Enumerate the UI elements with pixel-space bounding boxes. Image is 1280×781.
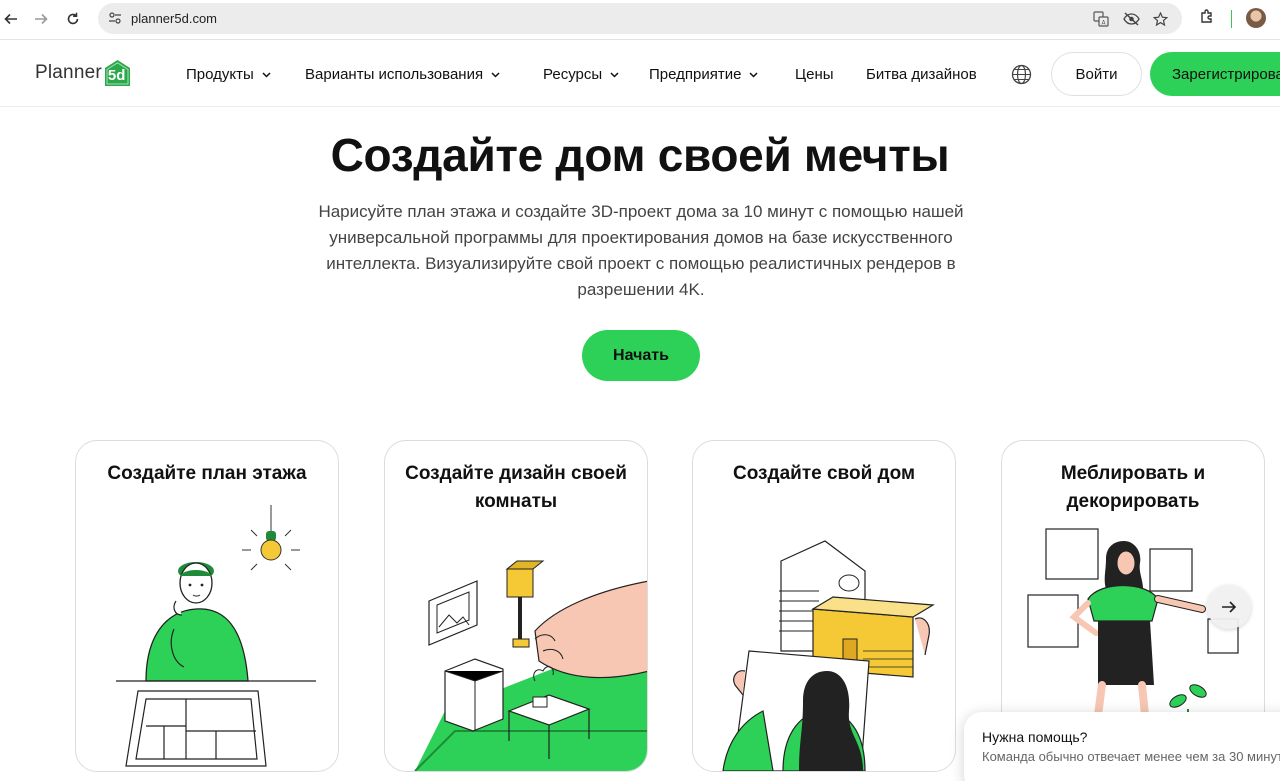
chat-title: Нужна помощь? bbox=[982, 729, 1088, 745]
hero-description: Нарисуйте план этажа и создайте 3D-проек… bbox=[318, 202, 964, 299]
nav-products[interactable]: Продукты bbox=[186, 66, 271, 83]
nav-enterprise[interactable]: Предприятие bbox=[649, 66, 758, 83]
feature-card-house[interactable]: Создайте свой дом bbox=[692, 440, 956, 772]
room-design-illustration bbox=[414, 560, 647, 771]
forward-icon[interactable] bbox=[30, 8, 52, 30]
card-title: Создайте план этажа bbox=[107, 463, 307, 484]
nav-products-label: Продукты bbox=[186, 66, 254, 83]
toolbar-divider bbox=[1231, 10, 1232, 28]
feature-card-floor-plan[interactable]: Создайте план этажа bbox=[75, 440, 339, 772]
chevron-down-icon bbox=[262, 71, 271, 78]
feature-card-room-design[interactable]: Создайте дизайн своей комнаты bbox=[384, 440, 648, 772]
nav-design-battle[interactable]: Битва дизайнов bbox=[866, 66, 977, 83]
nav-pricing-label: Цены bbox=[795, 66, 834, 83]
site-header: Planner 5d Продукты Варианты использован… bbox=[0, 41, 1280, 107]
help-chat-widget[interactable]: Нужна помощь? Команда обычно отвечает ме… bbox=[964, 712, 1280, 781]
nav-pricing[interactable]: Цены bbox=[795, 66, 834, 83]
logo-text: Planner bbox=[35, 62, 102, 83]
language-globe-icon[interactable] bbox=[1011, 64, 1032, 85]
carousel-next-button[interactable] bbox=[1207, 585, 1251, 629]
browser-toolbar: planner5d.com A bbox=[0, 0, 1280, 40]
translate-icon[interactable]: A bbox=[1092, 10, 1110, 28]
bookmark-star-icon[interactable] bbox=[1151, 10, 1169, 28]
chevron-down-icon bbox=[610, 71, 619, 78]
url-text: planner5d.com bbox=[131, 11, 217, 26]
arrow-right-icon bbox=[1222, 601, 1237, 613]
back-icon[interactable] bbox=[0, 8, 22, 30]
reload-icon[interactable] bbox=[62, 8, 84, 30]
chevron-down-icon bbox=[491, 71, 500, 78]
card-title: Меблировать и декорировать bbox=[1060, 463, 1206, 512]
site-settings-icon[interactable] bbox=[108, 11, 122, 30]
logo-badge-text: 5d bbox=[107, 67, 126, 84]
planner5d-logo[interactable]: Planner 5d bbox=[35, 58, 131, 88]
logo-badge: 5d bbox=[104, 59, 131, 87]
hero-title: Создайте дом своей мечты bbox=[330, 129, 950, 181]
house-illustration bbox=[722, 540, 935, 771]
address-bar[interactable]: planner5d.com A bbox=[98, 3, 1182, 34]
chat-subtitle: Команда обычно отвечает менее чем за 30 … bbox=[982, 749, 1280, 764]
nav-use-cases[interactable]: Варианты использования bbox=[305, 66, 500, 83]
login-button[interactable]: Войти bbox=[1051, 52, 1142, 96]
extensions-icon[interactable] bbox=[1199, 9, 1215, 30]
chevron-down-icon bbox=[749, 71, 758, 78]
nav-resources-label: Ресурсы bbox=[543, 66, 603, 83]
floor-plan-illustration bbox=[116, 505, 316, 767]
nav-design-battle-label: Битва дизайнов bbox=[866, 66, 977, 83]
signup-button[interactable]: Зарегистрироваться bbox=[1150, 52, 1280, 96]
card-title: Создайте свой дом bbox=[732, 463, 915, 484]
nav-use-cases-label: Варианты использования bbox=[305, 66, 484, 83]
card-title: Создайте дизайн своей комнаты bbox=[405, 463, 627, 512]
eye-off-icon[interactable] bbox=[1122, 10, 1140, 28]
nav-resources[interactable]: Ресурсы bbox=[543, 66, 619, 83]
nav-enterprise-label: Предприятие bbox=[649, 66, 742, 83]
profile-avatar[interactable] bbox=[1246, 8, 1266, 28]
start-button[interactable]: Начать bbox=[582, 330, 700, 381]
